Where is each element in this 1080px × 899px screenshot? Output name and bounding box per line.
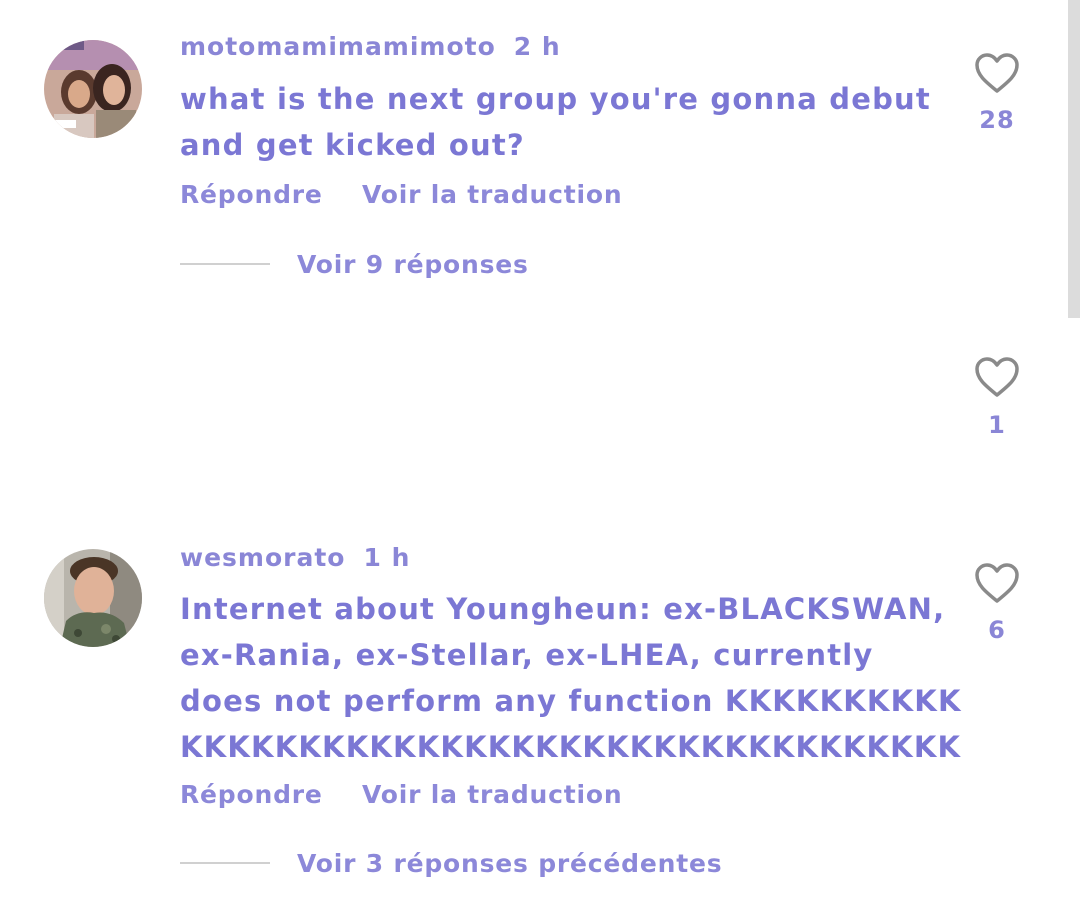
translate-button[interactable]: Voir la traduction bbox=[362, 180, 622, 209]
heart-outline-icon[interactable] bbox=[974, 356, 1020, 398]
translate-button[interactable]: Voir la traduction bbox=[362, 780, 622, 809]
username-text[interactable]: motomamimamimoto bbox=[180, 32, 496, 61]
scrollbar[interactable] bbox=[1068, 0, 1080, 318]
like-count: 28 bbox=[979, 106, 1015, 134]
comment-timestamp: 2 h bbox=[513, 32, 561, 61]
view-previous-replies-button[interactable]: Voir 3 réponses précédentes bbox=[297, 849, 722, 878]
replies-divider bbox=[180, 263, 270, 265]
username-text[interactable]: wesmorato bbox=[180, 543, 345, 572]
heart-outline-icon[interactable] bbox=[974, 52, 1020, 94]
comment-line: and get kicked out? bbox=[180, 128, 525, 162]
avatar-image bbox=[44, 549, 142, 647]
comment-line: what is the next group you're gonna debu… bbox=[180, 82, 931, 116]
comment-line: KKKKKKKKKKKKKKKKKKKKKKKKKKKKKKKKK bbox=[180, 730, 962, 764]
like-count: 1 bbox=[988, 411, 1006, 439]
comment-body: what is the next group you're gonna debu… bbox=[180, 76, 931, 168]
comment-line: does not perform any function KKKKKKKKKK bbox=[180, 684, 962, 718]
avatar-image bbox=[44, 40, 142, 138]
avatar[interactable] bbox=[44, 549, 142, 647]
reply-button[interactable]: Répondre bbox=[180, 180, 323, 209]
reply-button[interactable]: Répondre bbox=[180, 780, 323, 809]
view-replies-button[interactable]: Voir 9 réponses bbox=[297, 250, 529, 279]
heart-outline-icon[interactable] bbox=[974, 562, 1020, 604]
avatar[interactable] bbox=[44, 40, 142, 138]
comment-line: ex-Rania, ex-Stellar, ex-LHEA, currently bbox=[180, 638, 874, 672]
like-count: 6 bbox=[988, 616, 1006, 644]
replies-divider bbox=[180, 862, 270, 864]
comment-timestamp: 1 h bbox=[363, 543, 411, 572]
comment-body: Internet about Youngheun: ex-BLACKSWAN, … bbox=[180, 586, 962, 770]
comment-line: Internet about Youngheun: ex-BLACKSWAN, bbox=[180, 592, 946, 626]
comment-username[interactable]: wesmorato 1 h bbox=[180, 543, 410, 572]
comment-username[interactable]: motomamimamimoto 2 h bbox=[180, 32, 561, 61]
comments-screen: motomamimamimoto 2 h what is the next gro… bbox=[0, 0, 1080, 899]
